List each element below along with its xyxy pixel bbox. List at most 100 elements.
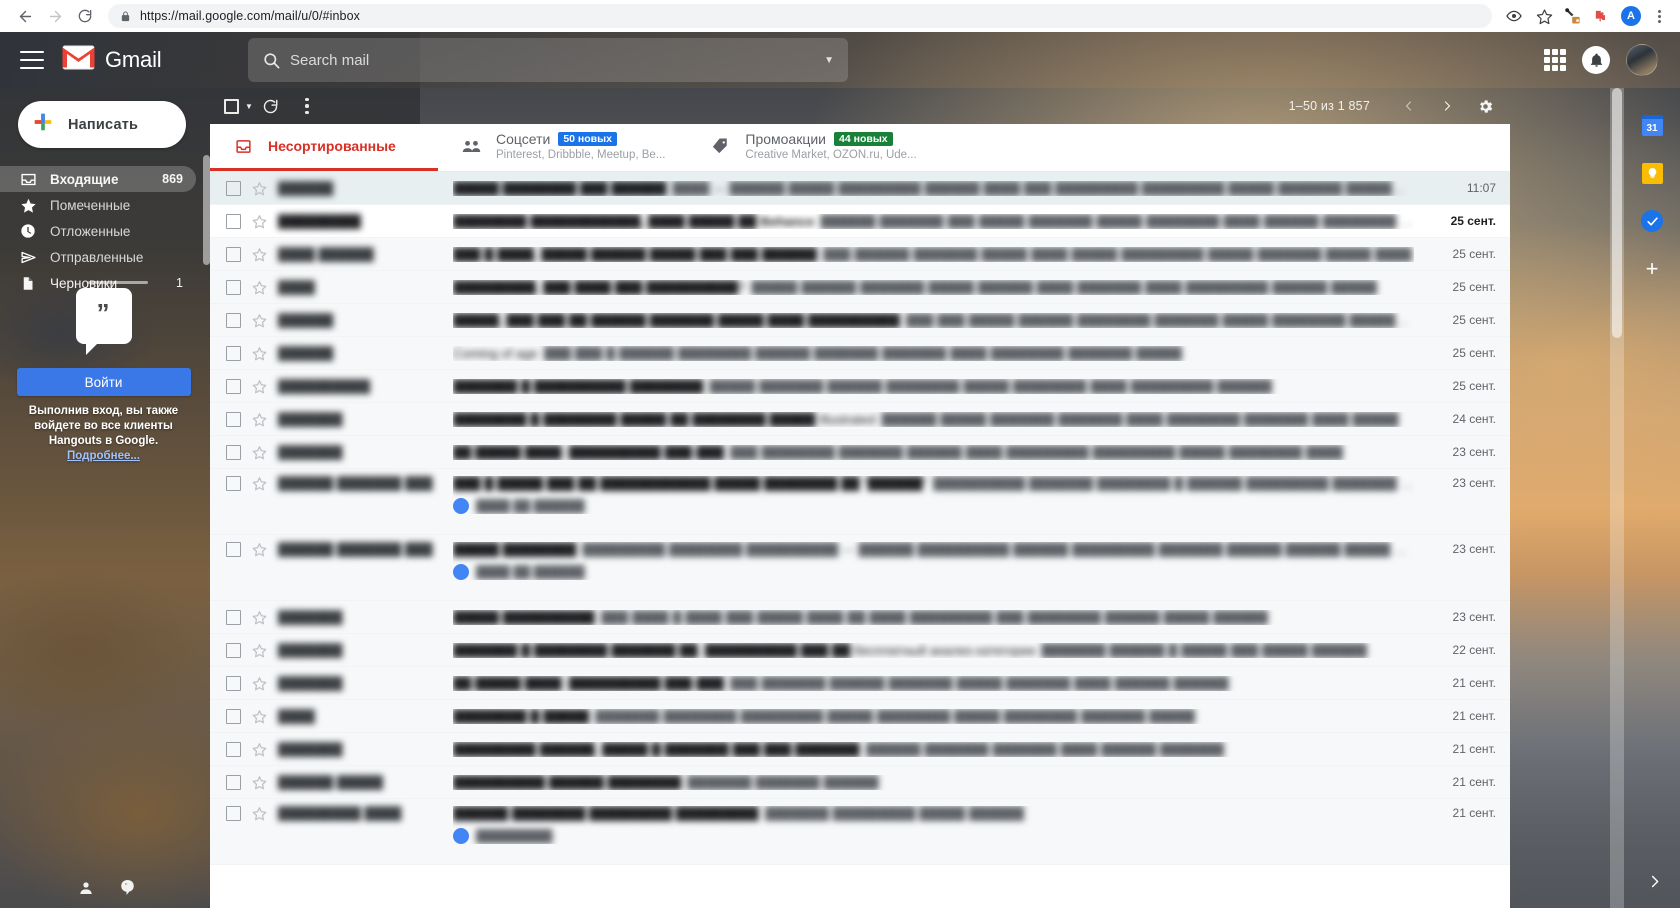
compose-button[interactable]: Написать <box>18 101 186 148</box>
table-row[interactable]: ██████ █████ ████████ ███ ██████ ████ — ██… <box>210 172 1510 205</box>
star-icon[interactable] <box>252 346 272 361</box>
hangouts-signin-button[interactable]: Войти <box>16 368 191 396</box>
extension-puzzle-icon[interactable] <box>1588 3 1614 29</box>
star-icon[interactable] <box>252 214 272 229</box>
google-apps-grid-icon[interactable] <box>1544 49 1566 71</box>
tab-primary[interactable]: Несортированные <box>210 124 438 171</box>
row-select-checkbox[interactable] <box>226 806 241 821</box>
next-page-button[interactable] <box>1430 89 1464 123</box>
table-row[interactable]: ██████ Coming of age ███ ███ █ ██████ ████… <box>210 337 1510 370</box>
expand-side-panel-chevron-icon[interactable] <box>1647 873 1662 894</box>
google-keep-icon[interactable] <box>1641 162 1663 184</box>
tab-promotions[interactable]: Промоакции 44 новых Creative Market, OZO… <box>687 124 938 171</box>
row-select-checkbox[interactable] <box>226 312 241 328</box>
row-attachment[interactable]: ████ ██ ██████ <box>453 564 1414 580</box>
table-row[interactable]: ███████ ███████ █ ████████ ███████ ██. ██… <box>210 634 1510 667</box>
star-icon[interactable] <box>252 247 272 262</box>
table-row[interactable]: ████ █████████, ███ ████ ███ ██████████? █… <box>210 271 1510 304</box>
star-icon[interactable] <box>252 676 272 691</box>
gmail-logo[interactable]: Gmail <box>62 45 202 75</box>
notification-bell-icon[interactable] <box>1582 46 1610 74</box>
star-icon[interactable] <box>252 445 272 460</box>
browser-address-bar[interactable]: https://mail.google.com/mail/u/0/#inbox <box>108 4 1492 28</box>
table-row[interactable]: ████ ██████ ███ █ ████, █████ ██████ ████… <box>210 238 1510 271</box>
chrome-profile-avatar[interactable]: A <box>1621 6 1641 26</box>
add-addon-plus-icon[interactable]: + <box>1641 258 1663 280</box>
row-select-checkbox[interactable] <box>226 708 241 724</box>
star-icon[interactable] <box>252 775 272 790</box>
row-select-checkbox[interactable] <box>226 444 241 460</box>
mail-list-scrollbar[interactable] <box>1610 88 1624 908</box>
chevron-down-icon[interactable]: ▼ <box>245 102 253 111</box>
star-icon[interactable] <box>252 181 272 196</box>
hangouts-icon[interactable]: ” <box>120 879 135 896</box>
extension-icon[interactable] <box>1560 3 1586 29</box>
row-select-checkbox[interactable] <box>226 542 241 557</box>
table-row[interactable]: █████████ ████████ ████████████, ████ ███… <box>210 205 1510 238</box>
row-select-checkbox[interactable] <box>226 378 241 394</box>
sidebar-item-sent[interactable]: Отправленные <box>0 244 196 270</box>
star-icon[interactable] <box>252 542 272 557</box>
select-all-checkbox[interactable] <box>224 98 239 114</box>
star-icon[interactable] <box>252 742 272 757</box>
google-calendar-icon[interactable]: 31 <box>1641 114 1663 136</box>
table-row[interactable]: ███████ ████████ █ ████████ █████ ██ ████… <box>210 403 1510 436</box>
table-row[interactable]: ███████ ██ █████ ████: ██████████ ███-███… <box>210 667 1510 700</box>
settings-gear-icon[interactable] <box>1468 98 1502 115</box>
row-select-checkbox[interactable] <box>226 246 241 262</box>
table-row[interactable]: █████████ ████ ██████ ████████ █████████ … <box>210 799 1510 865</box>
google-tasks-icon[interactable] <box>1641 210 1663 232</box>
table-row[interactable]: ██████ █████ ██████████ ██████ ████████ ██… <box>210 766 1510 799</box>
search-options-chevron-down-icon[interactable]: ▼ <box>814 55 834 66</box>
eye-icon[interactable] <box>1500 2 1528 30</box>
table-row[interactable]: ██████████ ███████ █ ██████████ ████████ █… <box>210 370 1510 403</box>
table-row[interactable]: ███████ ██ █████ ████: ██████████ ███-███… <box>210 436 1510 469</box>
hangouts-learn-more-link[interactable]: Подробнее... <box>67 450 140 462</box>
star-icon[interactable] <box>252 476 272 491</box>
row-select-checkbox[interactable] <box>226 180 241 196</box>
table-row[interactable]: ██████ ███████ ███ ███ █ █████ ███ ██ ███… <box>210 469 1510 535</box>
search-input[interactable] <box>290 51 815 69</box>
browser-reload-button[interactable] <box>70 1 100 31</box>
more-options-button[interactable] <box>289 97 325 115</box>
row-select-checkbox[interactable] <box>226 279 241 295</box>
three-dot-menu-icon[interactable] <box>1648 9 1670 23</box>
star-icon[interactable] <box>252 280 272 295</box>
table-row[interactable]: ██████ █████, ███ ███ ██ ██████ ███████ █… <box>210 304 1510 337</box>
row-select-checkbox[interactable] <box>226 609 241 625</box>
list-scrollbar-thumb[interactable] <box>203 155 210 265</box>
star-icon[interactable] <box>252 313 272 328</box>
table-row[interactable]: ████ ████████ █ █████ ███████ ████████ ███… <box>210 700 1510 733</box>
account-avatar[interactable] <box>1626 44 1658 76</box>
browser-back-button[interactable] <box>10 1 40 31</box>
row-select-checkbox[interactable] <box>226 476 241 491</box>
sidebar-item-starred[interactable]: Помеченные <box>0 192 196 218</box>
row-select-checkbox[interactable] <box>226 741 241 757</box>
star-icon[interactable] <box>252 610 272 625</box>
refresh-button[interactable] <box>253 98 289 115</box>
row-select-checkbox[interactable] <box>226 774 241 790</box>
row-select-checkbox[interactable] <box>226 411 241 427</box>
person-icon[interactable] <box>78 880 94 896</box>
row-select-checkbox[interactable] <box>226 675 241 691</box>
row-attachment[interactable]: ████ ██ ██████ <box>453 498 1414 514</box>
search-mail-box[interactable]: ▼ <box>248 38 848 82</box>
previous-page-button[interactable] <box>1392 89 1426 123</box>
row-attachment[interactable]: █████████ <box>453 828 1414 844</box>
select-all-control[interactable]: ▼ <box>224 98 253 114</box>
star-icon[interactable] <box>252 709 272 724</box>
hamburger-menu-icon[interactable] <box>20 51 44 69</box>
browser-forward-button[interactable] <box>40 1 70 31</box>
mail-list-scrollbar-thumb[interactable] <box>1612 88 1622 338</box>
row-select-checkbox[interactable] <box>226 345 241 361</box>
sidebar-item-inbox[interactable]: Входящие 869 <box>0 166 196 192</box>
table-row[interactable]: ███████ █████ ██████████ ███ ████ █ ████ █… <box>210 601 1510 634</box>
tab-social[interactable]: Соцсети 50 новых Pinterest, Dribbble, Me… <box>438 124 687 171</box>
star-icon[interactable] <box>252 379 272 394</box>
star-icon[interactable] <box>252 412 272 427</box>
star-icon[interactable] <box>252 806 272 821</box>
sidebar-item-snoozed[interactable]: Отложенные <box>0 218 196 244</box>
row-select-checkbox[interactable] <box>226 642 241 658</box>
star-icon[interactable] <box>252 643 272 658</box>
table-row[interactable]: ███████ █████████ ██████, █████ █ ███████… <box>210 733 1510 766</box>
